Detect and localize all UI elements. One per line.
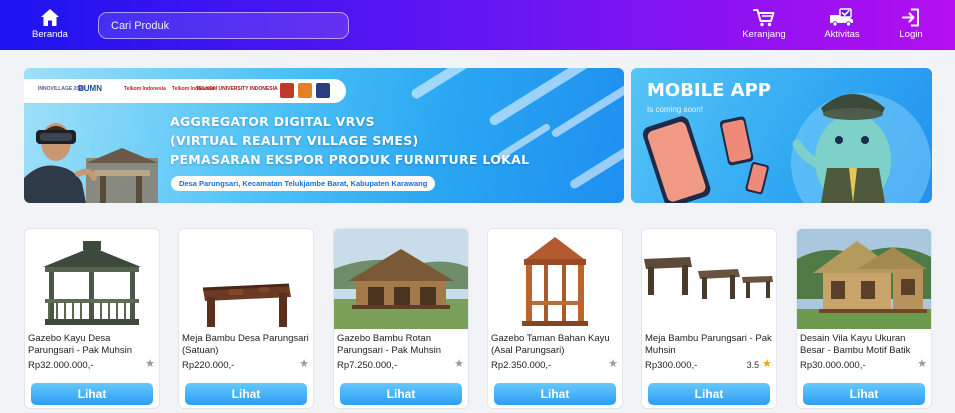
nav-home[interactable]: Beranda [30, 8, 70, 40]
star-icon: ★ [762, 358, 772, 370]
product-card[interactable]: Gazebo Kayu Desa Parungsari - Pak Muhsin… [24, 228, 160, 409]
sponsor-logo-bar: INNOVILLAGE 2023 BUMN Telkom Indonesia T… [24, 79, 346, 103]
product-price: Rp30.000.000,- [800, 360, 866, 371]
product-name: Meja Bambu Parungsari - Pak Muhsin [645, 333, 772, 356]
product-image-garden-gazebo [488, 229, 622, 329]
login-icon [902, 8, 919, 27]
banner-title-line-2: (VIRTUAL REALITY VILLAGE SMES) [170, 133, 419, 148]
view-product-button[interactable]: Lihat [31, 383, 153, 405]
truck-check-icon [830, 8, 853, 27]
mobile-app-title: MOBILE APP [647, 80, 771, 101]
product-rating: ★ [605, 359, 618, 370]
bumn-logo: BUMN [78, 84, 102, 93]
product-price: Rp7.250.000,- [337, 360, 398, 371]
star-icon: ★ [917, 358, 927, 370]
product-rating: ★ [451, 359, 464, 370]
product-price: Rp220.000,- [182, 360, 235, 371]
product-price: Rp32.000.000,- [28, 360, 94, 371]
product-name: Gazebo Kayu Desa Parungsari - Pak Muhsin [28, 333, 133, 356]
banner-title-line-1: AGGREGATOR DIGITAL VRVS [170, 114, 375, 129]
top-navbar: Beranda Keranjang Aktivitas Login [0, 0, 955, 50]
product-rating: ★ [142, 359, 155, 370]
hero-banner[interactable]: INNOVILLAGE 2023 BUMN Telkom Indonesia T… [24, 68, 624, 203]
view-product-button[interactable]: Lihat [494, 383, 616, 405]
search-input[interactable] [98, 12, 349, 39]
product-name: Meja Bambu Desa Parungsari (Satuan) [182, 333, 309, 356]
view-product-button[interactable]: Lihat [340, 383, 462, 405]
product-image-bamboo-table [179, 229, 313, 329]
mobile-app-banner[interactable]: MOBILE APP Is coming soon! [631, 68, 932, 203]
home-icon [41, 9, 59, 26]
product-image-gazebo-wood [25, 229, 159, 329]
nav-cart[interactable]: Keranjang [740, 8, 788, 40]
product-price: Rp2.350.000,- [491, 360, 552, 371]
star-icon: ★ [454, 358, 464, 370]
banner-location: Desa Parungsari, Kecamatan Telukjambe Ba… [171, 176, 436, 191]
product-image-bamboo-gazebo [334, 229, 468, 329]
nav-activity-label: Aktivitas [824, 29, 860, 40]
product-card[interactable]: Desain Vila Kayu Ukuran Besar - Bambu Mo… [796, 228, 932, 409]
product-rating: ★ [914, 359, 927, 370]
product-price: Rp300.000,- [645, 360, 698, 371]
cart-icon [753, 9, 775, 27]
product-card[interactable]: Meja Bambu Desa Parungsari (Satuan) Rp22… [178, 228, 314, 409]
product-rating: 3.5 ★ [747, 359, 772, 370]
university-logo: TELKOM UNIVERSITY INDONESIA [196, 86, 278, 92]
product-card[interactable]: Gazebo Taman Bahan Kayu (Asal Parungsari… [487, 228, 623, 409]
star-icon: ★ [299, 358, 309, 370]
product-name: Gazebo Taman Bahan Kayu (Asal Parungsari… [491, 333, 610, 356]
view-product-button[interactable]: Lihat [648, 383, 770, 405]
product-card[interactable]: Gazebo Bambu Rotan Parungsari - Pak Muhs… [333, 228, 469, 409]
nav-login[interactable]: Login [889, 8, 933, 40]
star-icon: ★ [608, 358, 618, 370]
nav-login-label: Login [899, 29, 923, 40]
product-image-bamboo-villa [797, 229, 931, 329]
telkom-logo: Telkom Indonesia [124, 86, 166, 92]
rating-value: 3.5 [746, 359, 760, 370]
sdg-badge-2 [298, 83, 312, 98]
sdg-badge-3 [316, 83, 330, 98]
nav-home-label: Beranda [32, 29, 68, 40]
star-icon: ★ [145, 358, 155, 370]
banner-title-line-3: PEMASARAN EKSPOR PRODUK FURNITURE LOKAL [170, 152, 530, 167]
view-product-button[interactable]: Lihat [185, 383, 307, 405]
vr-person-illustration [24, 123, 158, 203]
product-name: Gazebo Bambu Rotan Parungsari - Pak Muhs… [337, 333, 442, 356]
view-product-button[interactable]: Lihat [803, 383, 925, 405]
sdg-badge-1 [280, 83, 294, 98]
nav-activity[interactable]: Aktivitas [818, 8, 866, 40]
mobile-app-subtitle: Is coming soon! [647, 105, 704, 114]
nav-cart-label: Keranjang [742, 29, 786, 40]
product-rating: ★ [296, 359, 309, 370]
product-image-bamboo-table-set [642, 229, 776, 329]
product-name: Desain Vila Kayu Ukuran Besar - Bambu Mo… [800, 333, 911, 356]
product-card[interactable]: Meja Bambu Parungsari - Pak Muhsin Rp300… [641, 228, 777, 409]
